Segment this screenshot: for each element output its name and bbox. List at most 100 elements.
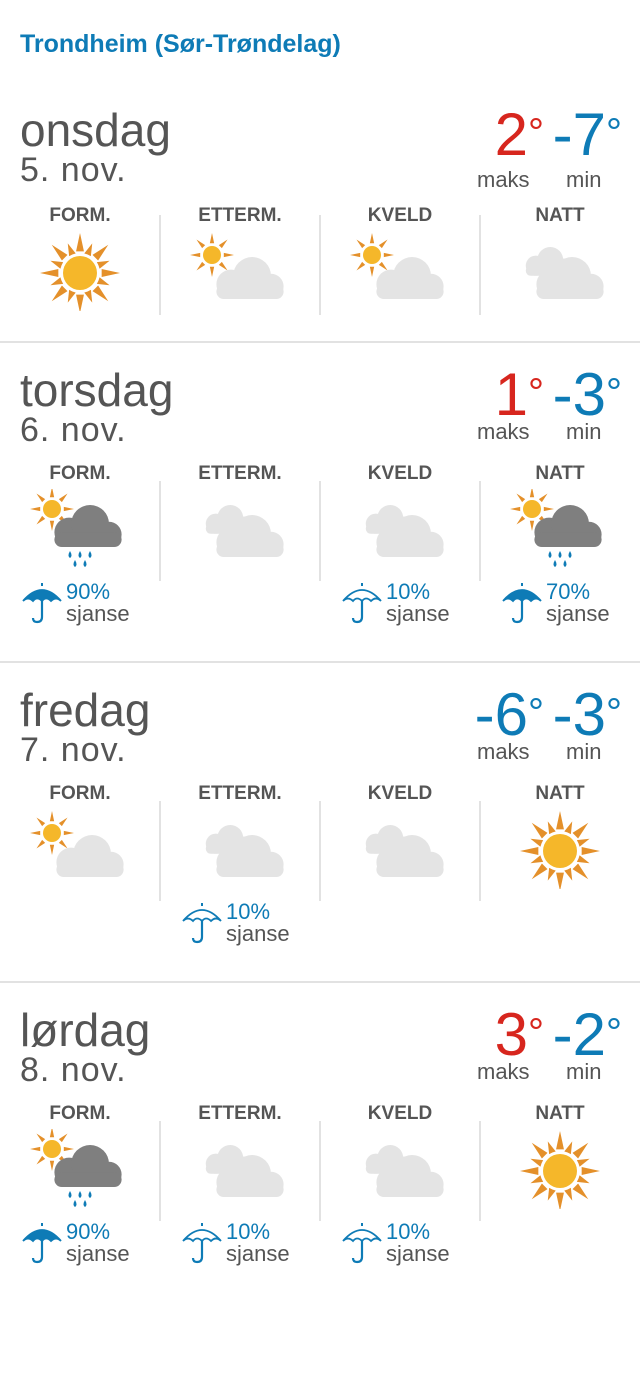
period-title: FORM.: [49, 205, 111, 226]
period-morning: FORM.: [0, 1103, 160, 1233]
period-morning: FORM.: [0, 463, 160, 593]
period-afternoon: ETTERM.: [160, 463, 320, 593]
precip-percent: 10%: [386, 1219, 431, 1244]
min-label: min: [566, 1059, 602, 1084]
precip-label: sjanse: [386, 1241, 450, 1266]
max-temp: 1°: [494, 361, 544, 428]
period-evening: KVELD: [320, 1103, 480, 1233]
cloudy-icon: [190, 489, 290, 569]
day-name: onsdag: [20, 104, 171, 156]
day-card: lørdag 8. nov. 3° -2° maks min FORM. ETT…: [0, 981, 640, 1303]
precip-label: sjanse: [226, 1241, 290, 1266]
precip-label: sjanse: [546, 601, 610, 626]
precip-chance: 10% sjanse: [320, 581, 480, 631]
day-card: torsdag 6. nov. 1° -3° maks min FORM. ET…: [0, 341, 640, 663]
period-night: NATT: [480, 1103, 640, 1233]
partly-cloudy-icon: [190, 231, 290, 311]
umbrella-icon: [20, 581, 64, 625]
max-label: maks: [477, 1059, 530, 1084]
precip-label: sjanse: [66, 1241, 130, 1266]
period-afternoon: ETTERM.: [160, 783, 320, 913]
sun-rain-cloud-icon: [30, 487, 130, 569]
period-title: FORM.: [49, 1103, 111, 1124]
day-date: 6. nov.: [20, 411, 127, 449]
sun-icon: [30, 231, 130, 313]
umbrella-icon: [20, 1221, 64, 1265]
partly-cloudy-icon: [350, 231, 450, 311]
period-title: KVELD: [367, 783, 433, 804]
period-afternoon: ETTERM.: [160, 205, 320, 335]
sun-rain-cloud-icon: [510, 487, 610, 569]
period-night: NATT: [480, 783, 640, 913]
day-date: 5. nov.: [20, 151, 127, 189]
precip-chance: 90% sjanse: [0, 1221, 160, 1271]
period-evening: KVELD: [320, 463, 480, 593]
period-title: NATT: [535, 783, 585, 804]
precip-percent: 10%: [386, 579, 431, 604]
precip-percent: 90%: [66, 1219, 111, 1244]
umbrella-icon: [180, 901, 224, 945]
cloudy-icon: [510, 231, 610, 311]
precip-percent: 70%: [546, 579, 591, 604]
umbrella-icon: [340, 1221, 384, 1265]
day-date: 7. nov.: [20, 731, 127, 769]
max-label: maks: [477, 419, 530, 444]
period-evening: KVELD: [320, 783, 480, 913]
umbrella-icon: [180, 1221, 224, 1265]
precip-chance: 10% sjanse: [320, 1221, 480, 1271]
min-label: min: [566, 419, 602, 444]
period-title: KVELD: [367, 205, 433, 226]
partly-cloudy-icon: [30, 809, 130, 889]
precip-label: sjanse: [386, 601, 450, 626]
day-name: lørdag: [20, 1004, 151, 1056]
sun-icon: [510, 1129, 610, 1211]
period-morning: FORM.: [0, 205, 160, 335]
period-afternoon: ETTERM.: [160, 1103, 320, 1233]
period-title: KVELD: [367, 1103, 433, 1124]
cloudy-icon: [350, 809, 450, 889]
min-temp: -2°: [552, 1001, 622, 1068]
max-temp: 2°: [494, 101, 544, 168]
max-temp: -6°: [474, 681, 544, 748]
min-label: min: [566, 739, 602, 764]
day-name: torsdag: [20, 364, 174, 416]
umbrella-icon: [340, 581, 384, 625]
precip-chance: 10% sjanse: [160, 1221, 320, 1271]
day-card: fredag 7. nov. -6° -3° maks min FORM. ET…: [0, 661, 640, 983]
precip-chance: 90% sjanse: [0, 581, 160, 631]
max-temp: 3°: [494, 1001, 544, 1068]
cloudy-icon: [190, 809, 290, 889]
precip-percent: 90%: [66, 579, 111, 604]
period-morning: FORM.: [0, 783, 160, 913]
precip-chance: 10% sjanse: [160, 901, 320, 951]
precip-label: sjanse: [66, 601, 130, 626]
precip-percent: 10%: [226, 899, 271, 924]
period-title: FORM.: [49, 463, 111, 484]
sun-rain-cloud-icon: [30, 1127, 130, 1209]
min-temp: -3°: [552, 361, 622, 428]
day-name: fredag: [20, 684, 151, 736]
cloudy-icon: [350, 489, 450, 569]
period-evening: KVELD: [320, 205, 480, 335]
max-label: maks: [477, 167, 530, 192]
period-title: ETTERM.: [198, 205, 282, 226]
location-title: Trondheim (Sør-Trøndelag): [20, 30, 341, 58]
max-label: maks: [477, 739, 530, 764]
period-title: NATT: [535, 463, 585, 484]
period-title: ETTERM.: [198, 463, 282, 484]
umbrella-icon: [500, 581, 544, 625]
sun-icon: [510, 809, 610, 891]
precip-label: sjanse: [226, 921, 290, 946]
period-night: NATT: [480, 205, 640, 335]
min-temp: -3°: [552, 681, 622, 748]
period-title: ETTERM.: [198, 783, 282, 804]
cloudy-icon: [350, 1129, 450, 1209]
min-label: min: [566, 167, 602, 192]
period-title: FORM.: [49, 783, 111, 804]
period-title: KVELD: [367, 463, 433, 484]
precip-percent: 10%: [226, 1219, 271, 1244]
period-title: NATT: [535, 1103, 585, 1124]
cloudy-icon: [190, 1129, 290, 1209]
period-title: ETTERM.: [198, 1103, 282, 1124]
period-title: NATT: [535, 205, 585, 226]
